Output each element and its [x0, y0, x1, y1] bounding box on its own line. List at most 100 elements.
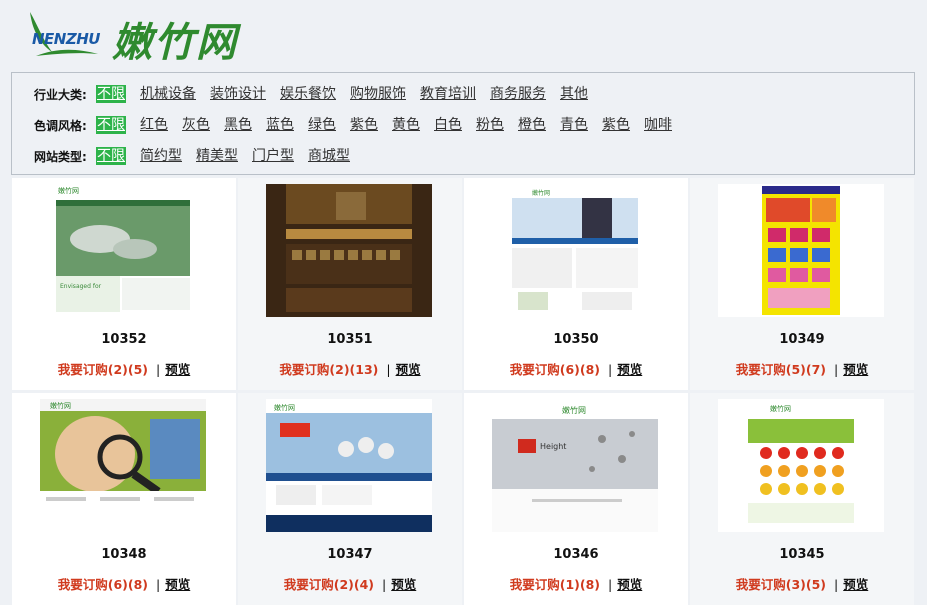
card-actions: 我要订购(2)(13) | 预览 [238, 359, 462, 378]
template-thumbnail[interactable]: 嫩竹网 [492, 184, 658, 317]
order-link[interactable]: 我要订购(2)(5) [58, 362, 148, 377]
template-thumbnail[interactable]: 嫩竹网 Envisaged for [40, 184, 206, 317]
template-id: 10348 [101, 547, 147, 562]
preview-link[interactable]: 预览 [165, 577, 190, 592]
filter-option[interactable]: 黑色 [224, 116, 252, 134]
filter-option[interactable]: 简约型 [140, 147, 182, 165]
preview-link[interactable]: 预览 [165, 362, 190, 377]
filter-option[interactable]: 装饰设计 [210, 85, 266, 103]
template-id: 10350 [553, 332, 599, 347]
svg-text:嫩竹网: 嫩竹网 [532, 189, 550, 197]
logo-chinese: 嫩竹网 [112, 19, 238, 66]
filter-option[interactable]: 教育培训 [420, 85, 476, 103]
order-link[interactable]: 我要订购(1)(8) [510, 577, 600, 592]
card-actions: 我要订购(6)(8) | 预览 [12, 574, 236, 593]
filter-option[interactable]: 购物服饰 [350, 85, 406, 103]
filter-option[interactable]: 商务服务 [490, 85, 546, 103]
filter-panel: 行业大类: 不限 机械设备 装饰设计 娱乐餐饮 购物服饰 教育培训 商务服务 其他 色调风格: 不… [11, 72, 915, 175]
svg-text:Envisaged for: Envisaged for [60, 283, 102, 290]
order-link[interactable]: 我要订购(5)(7) [736, 362, 826, 377]
preview-link[interactable]: 预览 [617, 362, 642, 377]
separator: | [156, 362, 161, 377]
filter-option[interactable]: 其他 [560, 85, 588, 103]
separator: | [386, 362, 391, 377]
order-link[interactable]: 我要订购(3)(5) [736, 577, 826, 592]
filter-option[interactable]: 黄色 [392, 116, 420, 134]
svg-text:嫩竹网: 嫩竹网 [58, 186, 79, 195]
filter-option[interactable]: 不限 [96, 147, 126, 165]
separator: | [382, 577, 387, 592]
template-id: 10351 [327, 332, 373, 347]
filter-option[interactable]: 精美型 [196, 147, 238, 165]
card-actions: 我要订购(3)(5) | 预览 [690, 574, 914, 593]
template-card: 10351 我要订购(2)(13) | 预览 [238, 178, 462, 390]
card-actions: 我要订购(5)(7) | 预览 [690, 359, 914, 378]
svg-text:Height: Height [540, 442, 566, 451]
filter-option[interactable]: 青色 [560, 116, 588, 134]
template-id: 10346 [553, 547, 599, 562]
template-id: 10345 [779, 547, 825, 562]
template-id: 10349 [779, 332, 825, 347]
template-thumbnail[interactable]: 嫩竹网 [718, 399, 884, 532]
filter-option[interactable]: 白色 [434, 116, 462, 134]
filter-option[interactable]: 门户型 [252, 147, 294, 165]
separator: | [156, 577, 161, 592]
filter-option[interactable]: 紫色 [350, 116, 378, 134]
template-thumbnail[interactable]: 嫩竹网 Height [492, 399, 658, 532]
card-actions: 我要订购(1)(8) | 预览 [464, 574, 688, 593]
site-logo[interactable]: NENZHU 嫩竹网 [26, 8, 266, 66]
filter-option[interactable]: 商城型 [308, 147, 350, 165]
filter-option[interactable]: 绿色 [308, 116, 336, 134]
template-thumbnail[interactable]: 嫩竹网 [40, 399, 206, 532]
order-link[interactable]: 我要订购(2)(13) [279, 362, 378, 377]
template-id: 10347 [327, 547, 373, 562]
preview-link[interactable]: 预览 [843, 577, 868, 592]
card-actions: 我要订购(6)(8) | 预览 [464, 359, 688, 378]
template-grid: 嫩竹网 Envisaged for 10352 我要订购(2)(5) | 预览 103… [12, 178, 914, 605]
filter-option[interactable]: 机械设备 [140, 85, 196, 103]
card-actions: 我要订购(2)(5) | 预览 [12, 359, 236, 378]
filter-option[interactable]: 咖啡 [644, 116, 672, 134]
template-card: 10349 我要订购(5)(7) | 预览 [690, 178, 914, 390]
order-link[interactable]: 我要订购(6)(8) [58, 577, 148, 592]
template-id: 10352 [101, 332, 147, 347]
svg-text:嫩竹网: 嫩竹网 [50, 401, 71, 410]
filter-option[interactable]: 不限 [96, 116, 126, 134]
svg-text:嫩竹网: 嫩竹网 [562, 405, 586, 415]
svg-text:嫩竹网: 嫩竹网 [274, 403, 295, 412]
filter-option[interactable]: 不限 [96, 85, 126, 103]
separator: | [608, 577, 613, 592]
template-thumbnail[interactable]: 嫩竹网 [266, 399, 432, 532]
template-thumbnail[interactable] [718, 184, 884, 317]
order-link[interactable]: 我要订购(6)(8) [510, 362, 600, 377]
filter-row-type: 网站类型: 不限 简约型 精美型 门户型 商城型 [34, 145, 364, 167]
template-thumbnail[interactable] [266, 184, 432, 317]
filter-option[interactable]: 粉色 [476, 116, 504, 134]
filter-option[interactable]: 紫色 [602, 116, 630, 134]
filter-row-industry: 行业大类: 不限 机械设备 装饰设计 娱乐餐饮 购物服饰 教育培训 商务服务 其他 [34, 83, 602, 105]
filter-option[interactable]: 蓝色 [266, 116, 294, 134]
preview-link[interactable]: 预览 [843, 362, 868, 377]
filter-option[interactable]: 橙色 [518, 116, 546, 134]
filter-option[interactable]: 娱乐餐饮 [280, 85, 336, 103]
preview-link[interactable]: 预览 [391, 577, 416, 592]
filter-label: 色调风格: [34, 118, 87, 133]
template-card: 嫩竹网 Envisaged for 10352 我要订购(2)(5) | 预览 [12, 178, 236, 390]
separator: | [834, 577, 839, 592]
separator: | [608, 362, 613, 377]
logo-english: NENZHU [32, 30, 100, 48]
card-actions: 我要订购(2)(4) | 预览 [238, 574, 462, 593]
separator: | [834, 362, 839, 377]
order-link[interactable]: 我要订购(2)(4) [284, 577, 374, 592]
header: NENZHU 嫩竹网 [0, 0, 927, 70]
template-card: 嫩竹网 10348 我要订购(6)(8) | 预览 [12, 393, 236, 605]
filter-label: 网站类型: [34, 149, 87, 164]
template-card: 嫩竹网 Height 10346 我要订购(1)(8) | 预览 [464, 393, 688, 605]
template-card: 嫩竹网 10347 我要订购(2)(4) | 预览 [238, 393, 462, 605]
filter-option[interactable]: 红色 [140, 116, 168, 134]
preview-link[interactable]: 预览 [617, 577, 642, 592]
filter-option[interactable]: 灰色 [182, 116, 210, 134]
template-card: 嫩竹网 10350 我要订购(6)(8) | 预览 [464, 178, 688, 390]
template-card: 嫩竹网 10345 我要订购(3)(5) | 预览 [690, 393, 914, 605]
preview-link[interactable]: 预览 [396, 362, 421, 377]
